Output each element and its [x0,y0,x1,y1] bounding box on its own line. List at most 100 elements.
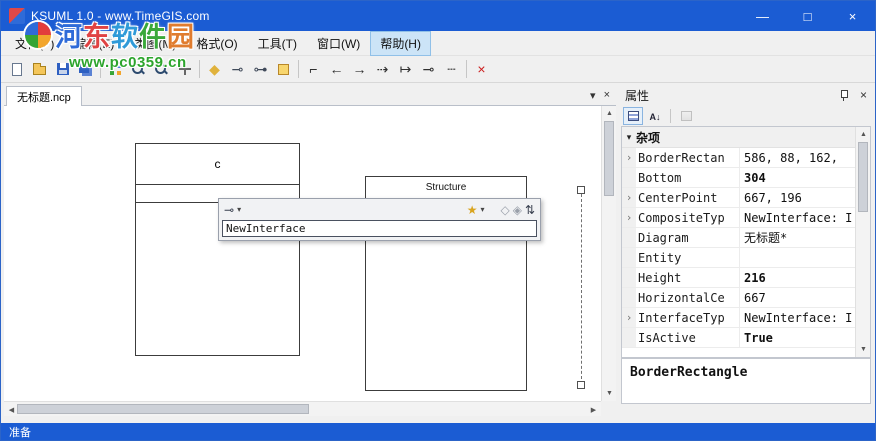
grid-vertical-scrollbar[interactable]: ▲ ▼ [855,127,870,357]
vertical-scroll-thumb[interactable] [604,121,614,196]
property-row[interactable]: Diagram 无标题* [622,228,855,248]
add-member-icon[interactable]: ★ [467,204,478,216]
expand-icon[interactable]: › [626,192,633,203]
delete-button[interactable]: × [470,58,493,81]
scroll-up-icon[interactable]: ▲ [602,106,617,121]
selection-handle-top[interactable] [577,186,585,194]
property-value[interactable]: 667 [740,288,855,307]
scroll-up-icon[interactable]: ▲ [856,127,870,142]
pan-tool-icon [178,63,191,75]
new-interface-button[interactable]: ⊸ [226,58,249,81]
arrow-right-button[interactable]: → [348,58,371,81]
save-all-icon [79,62,89,73]
connector-dropdown-icon[interactable]: ▾ [237,205,241,214]
diagram-canvas[interactable]: c Structure ⊸ ▾ ★ ▾ ◇ ◈ ⇅ [4,106,601,401]
property-row[interactable]: Height 216 [622,268,855,288]
property-row[interactable]: IsActive True [622,328,855,348]
expand-icon[interactable]: › [626,152,633,163]
expand-icon[interactable]: › [626,212,633,223]
menu-item-文件(F)[interactable]: 文件(F) [5,31,64,56]
zoom-in-button[interactable] [150,58,173,81]
selection-handle-bottom[interactable] [577,381,585,389]
tab-untitled[interactable]: 无标题.ncp [6,86,82,106]
expand-icon[interactable]: › [626,312,633,323]
row-margin [622,168,636,187]
properties-toolbar [619,105,873,126]
minimize-button[interactable]: — [740,1,785,31]
dashed-arrow-button[interactable]: ⇢ [371,58,394,81]
canvas-horizontal-scrollbar[interactable]: ◀ ▶ [4,401,601,416]
new-file-button[interactable] [5,58,28,81]
property-row[interactable]: › CompositeTyp NewInterface: I [622,208,855,228]
menu-item-格式(O)[interactable]: 格式(O) [186,31,247,56]
panel-close-icon[interactable]: × [860,88,867,102]
scroll-down-icon[interactable]: ▼ [602,386,617,401]
open-file-button[interactable] [28,58,51,81]
menu-item-类图(M)[interactable]: 类图(M) [124,31,186,56]
property-row[interactable]: › BorderRectan 586, 88, 162, [622,148,855,168]
property-value[interactable]: 667, 196 [740,188,855,207]
save-file-button[interactable] [51,58,74,81]
sort-members-icon[interactable]: ⇅ [525,204,535,216]
scroll-down-icon[interactable]: ▼ [856,342,870,357]
show-properties-icon[interactable]: ◈ [513,204,522,216]
property-row[interactable]: HorizontalCe 667 [622,288,855,308]
property-row[interactable]: › CenterPoint 667, 196 [622,188,855,208]
menu-item-帮助(H)[interactable]: 帮助(H) [370,30,431,56]
fit-window-button[interactable] [104,58,127,81]
menu-item-编辑(E)[interactable]: 编辑(E) [64,31,124,56]
pan-tool-button[interactable] [173,58,196,81]
tab-list-dropdown-icon[interactable]: ▾ [590,89,596,102]
property-value[interactable]: NewInterface: I [740,308,855,327]
menu-item-工具(T)[interactable]: 工具(T) [248,31,307,56]
window-title: KSUML 1.0 - www.TimeGIS.com [31,9,210,23]
property-row[interactable]: › InterfaceTyp NewInterface: I [622,308,855,328]
new-interface-icon: ⊸ [231,61,244,77]
maximize-button[interactable]: □ [785,1,830,31]
close-button[interactable]: × [830,1,875,31]
alphabetical-sort-button[interactable] [645,107,665,125]
property-value[interactable]: NewInterface: I [740,208,855,227]
save-all-button[interactable] [74,58,97,81]
name-editor-input[interactable] [222,220,537,237]
property-name: CompositeTyp [636,208,740,227]
bar-arrow-button[interactable]: ↦ [394,58,417,81]
categorized-view-button[interactable] [623,106,643,125]
property-value[interactable]: 无标题* [740,228,855,247]
new-association-button[interactable]: ⊶ [249,58,272,81]
title-bar[interactable]: KSUML 1.0 - www.TimeGIS.com — □ × [1,1,875,31]
add-member-dropdown-icon[interactable]: ▾ [480,205,484,214]
tab-close-icon[interactable]: × [604,89,610,101]
new-class-button[interactable]: ◆ [203,58,226,81]
canvas-vertical-scrollbar[interactable]: ▲ ▼ [601,106,616,401]
arrow-left-button[interactable]: ← [325,58,348,81]
property-value[interactable]: 586, 88, 162, [740,148,855,167]
circle-connector-button[interactable]: ⊸ [417,58,440,81]
show-fields-icon[interactable]: ◇ [500,204,509,216]
zoom-out-button[interactable] [127,58,150,81]
property-description: BorderRectangle [621,358,871,404]
scroll-right-icon[interactable]: ▶ [586,402,601,417]
grid-scroll-thumb[interactable] [858,142,868,212]
property-row[interactable]: Entity [622,248,855,268]
elbow-connector-button[interactable]: ⌐ [302,58,325,81]
inline-editor-toolbar: ⊸ ▾ ★ ▾ ◇ ◈ ⇅ [219,199,540,220]
class-shape[interactable]: c [135,143,300,356]
collapse-icon[interactable]: ▾ [622,132,636,143]
menu-item-窗口(W)[interactable]: 窗口(W) [307,31,370,56]
new-association-icon: ⊶ [253,61,268,77]
document-area: 无标题.ncp ▾ × c Structure ⊸ ▾ ★ ▾ ◇ ◈ ⇅ Ne… [4,85,616,425]
connector-type-icon[interactable]: ⊸ [224,204,234,216]
property-value[interactable]: True [740,328,855,347]
properties-header: 属性 × [619,85,873,105]
new-note-button[interactable] [272,58,295,81]
property-value[interactable]: 216 [740,268,855,287]
horizontal-scroll-thumb[interactable] [17,404,309,414]
property-row[interactable]: Bottom 304 [622,168,855,188]
pin-icon[interactable] [838,89,850,102]
property-value[interactable] [740,248,855,267]
property-category[interactable]: ▾ 杂项 [622,127,855,148]
row-margin [622,268,636,287]
dotted-line-button[interactable]: ┄ [440,58,463,81]
property-value[interactable]: 304 [740,168,855,187]
